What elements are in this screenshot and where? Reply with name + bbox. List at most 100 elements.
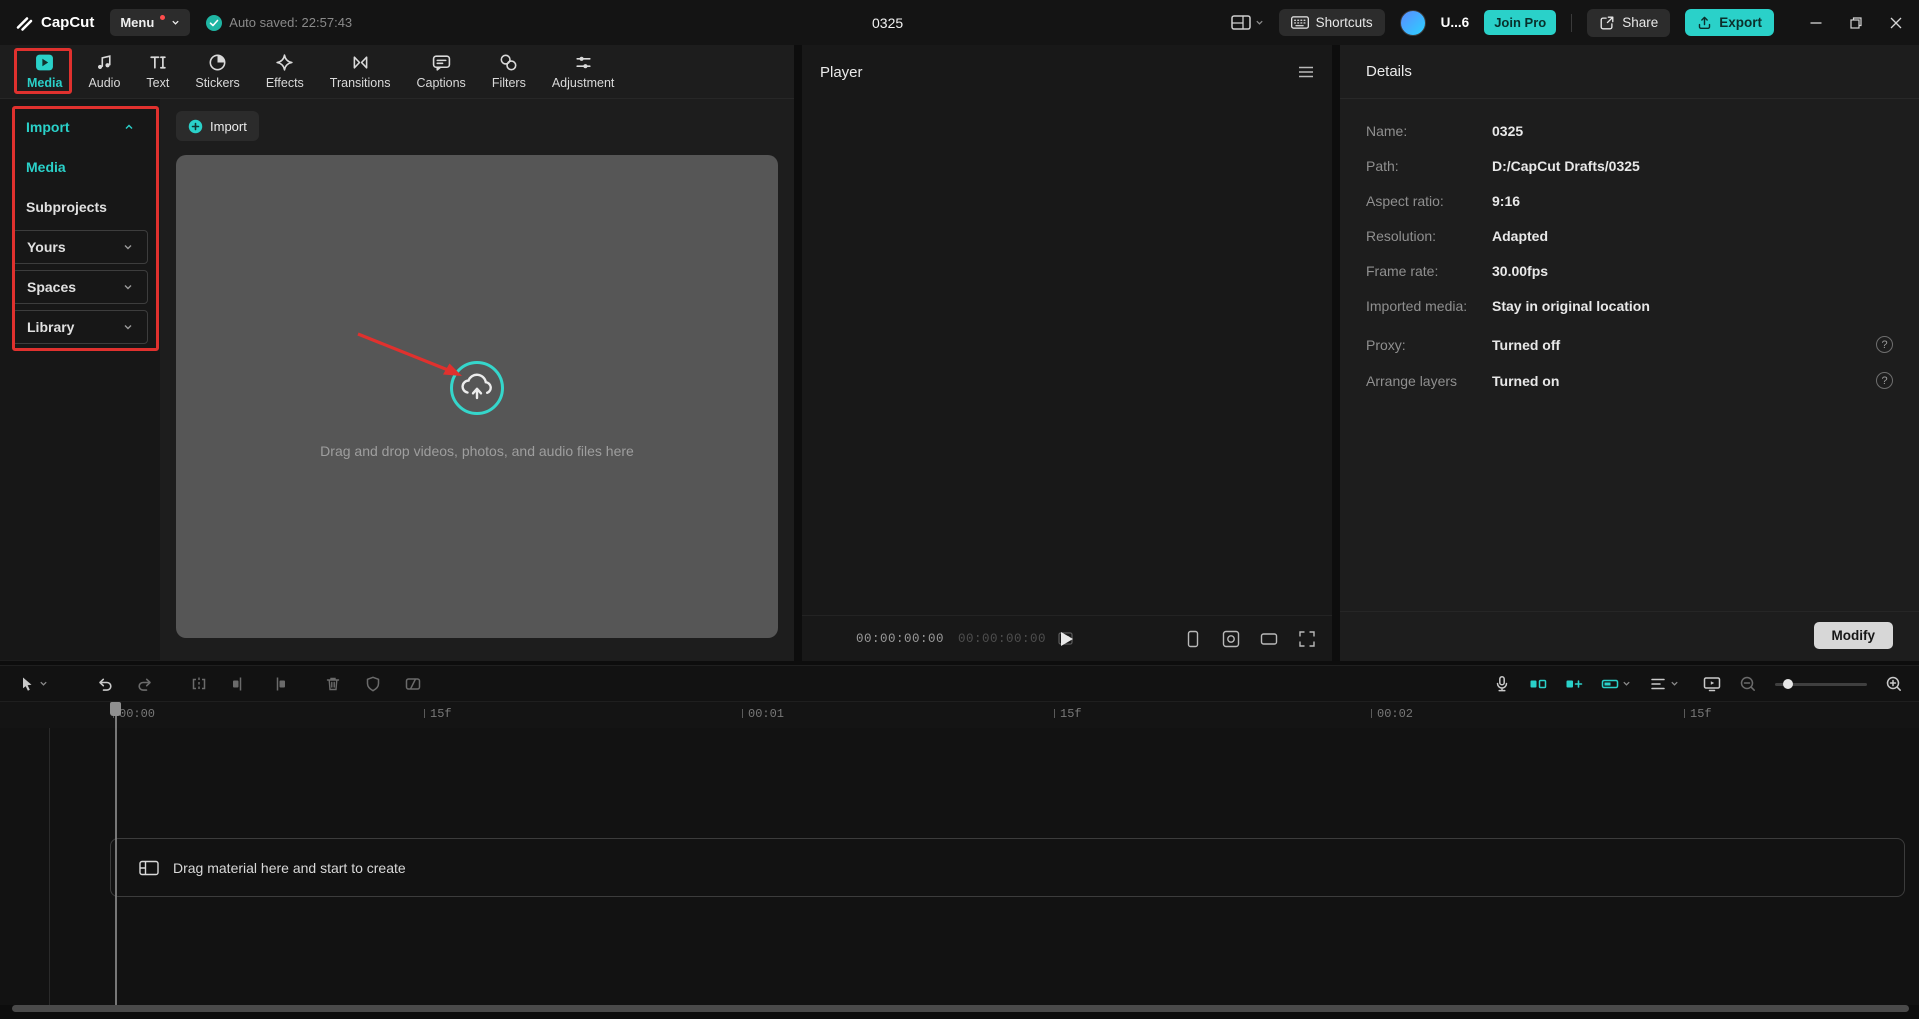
media-icon bbox=[35, 53, 54, 72]
keyboard-icon bbox=[1291, 16, 1309, 29]
film-strip-icon bbox=[139, 860, 159, 876]
player-menu-button[interactable] bbox=[1298, 66, 1314, 78]
import-button[interactable]: Import bbox=[176, 111, 259, 141]
sidebar-item-import[interactable]: Import bbox=[12, 110, 148, 144]
export-icon bbox=[1697, 15, 1712, 30]
sidebar-item-library[interactable]: Library bbox=[12, 310, 148, 344]
detail-row-resolution: Resolution: Adapted bbox=[1366, 228, 1893, 244]
microphone-icon bbox=[1493, 675, 1511, 693]
fullscreen-button[interactable] bbox=[1298, 630, 1316, 648]
zoom-in-icon bbox=[1885, 675, 1903, 693]
split-icon bbox=[190, 675, 208, 693]
tab-filters[interactable]: Filters bbox=[479, 53, 539, 90]
shield-tool-button[interactable] bbox=[364, 675, 382, 693]
tab-adjustment[interactable]: Adjustment bbox=[539, 53, 628, 90]
share-button[interactable]: Share bbox=[1587, 9, 1670, 37]
capcut-logo-icon bbox=[14, 13, 34, 33]
tab-media[interactable]: Media bbox=[14, 53, 75, 90]
chevron-down-icon bbox=[1622, 679, 1631, 688]
trash-icon bbox=[324, 675, 342, 693]
export-button[interactable]: Export bbox=[1685, 9, 1774, 36]
detail-row-imported-media: Imported media: Stay in original locatio… bbox=[1366, 298, 1893, 314]
close-button[interactable] bbox=[1879, 8, 1913, 38]
shield-icon bbox=[364, 675, 382, 693]
dropzone-hint: Drag and drop videos, photos, and audio … bbox=[320, 443, 634, 459]
tab-stickers[interactable]: Stickers bbox=[182, 53, 252, 90]
layout-switch-button[interactable] bbox=[1231, 15, 1264, 31]
sidebar-item-media[interactable]: Media bbox=[12, 150, 148, 184]
capcut-logo: CapCut bbox=[14, 13, 94, 33]
tab-captions[interactable]: Captions bbox=[403, 53, 478, 90]
preview-frame-icon bbox=[1601, 675, 1619, 693]
zoom-out-button[interactable] bbox=[1739, 675, 1757, 693]
help-icon[interactable]: ? bbox=[1876, 372, 1893, 389]
maximize-button[interactable] bbox=[1839, 8, 1873, 38]
link-clips-icon bbox=[1565, 675, 1583, 693]
player-viewport[interactable] bbox=[802, 99, 1332, 615]
help-icon[interactable]: ? bbox=[1876, 336, 1893, 353]
record-voiceover-button[interactable] bbox=[1493, 675, 1511, 693]
layout-icon bbox=[1231, 15, 1251, 31]
delete-left-button[interactable] bbox=[230, 675, 248, 693]
ruler-tick bbox=[1371, 709, 1372, 718]
chevron-down-icon bbox=[1670, 679, 1679, 688]
ruler-label: 15f bbox=[1690, 707, 1712, 721]
tab-transitions[interactable]: Transitions bbox=[317, 53, 404, 90]
aspect-ratio-button[interactable] bbox=[1184, 630, 1202, 648]
delete-button[interactable] bbox=[324, 675, 342, 693]
horizontal-scrollbar[interactable] bbox=[12, 1005, 1909, 1012]
tab-text[interactable]: Text bbox=[133, 53, 182, 90]
track-options-button[interactable] bbox=[1649, 675, 1679, 693]
avatar[interactable] bbox=[1400, 10, 1426, 36]
timeline-tracks: Drag material here and start to create bbox=[0, 728, 1919, 1005]
timeline-zoom-slider[interactable] bbox=[1775, 677, 1867, 691]
preview-frame-toggle-button[interactable] bbox=[1601, 675, 1631, 693]
player-panel: Player 00:00:00:00 00:00:00:00 bbox=[802, 45, 1332, 661]
select-tool-button[interactable] bbox=[18, 675, 48, 693]
playhead-handle[interactable] bbox=[110, 702, 121, 716]
tab-audio[interactable]: Audio bbox=[75, 53, 133, 90]
magnet-toggle-button[interactable] bbox=[1529, 675, 1547, 693]
timeline-dropzone[interactable]: Drag material here and start to create bbox=[110, 838, 1905, 897]
modify-button[interactable]: Modify bbox=[1814, 622, 1894, 649]
media-panel: Media Audio Text Stickers Effects bbox=[0, 45, 794, 661]
mirror-icon bbox=[404, 675, 422, 693]
shortcuts-button[interactable]: Shortcuts bbox=[1279, 9, 1385, 36]
link-toggle-button[interactable] bbox=[1565, 675, 1583, 693]
chevron-up-icon bbox=[124, 122, 134, 132]
sticker-icon bbox=[208, 53, 227, 72]
preview-quality-button[interactable] bbox=[1703, 675, 1721, 693]
join-pro-button[interactable]: Join Pro bbox=[1484, 10, 1556, 35]
redo-button[interactable] bbox=[136, 675, 154, 693]
delete-right-button[interactable] bbox=[270, 675, 288, 693]
play-button[interactable] bbox=[1060, 631, 1074, 647]
tab-effects[interactable]: Effects bbox=[253, 53, 317, 90]
sidebar-item-subprojects[interactable]: Subprojects bbox=[12, 190, 148, 224]
project-title[interactable]: 0325 bbox=[872, 15, 903, 31]
timeline-ruler[interactable]: 00:00 15f 00:01 15f 00:02 15f bbox=[0, 702, 1919, 728]
details-panel: Details Name: 0325 Path: D:/CapCut Draft… bbox=[1340, 45, 1919, 661]
undo-button[interactable] bbox=[96, 675, 114, 693]
import-area: Import Drag and drop videos, photos, and… bbox=[160, 99, 794, 660]
zoom-in-button[interactable] bbox=[1885, 675, 1903, 693]
display-icon bbox=[1703, 675, 1721, 693]
share-icon bbox=[1599, 15, 1615, 31]
menu-button[interactable]: Menu bbox=[110, 9, 190, 36]
canvas-size-button[interactable] bbox=[1260, 630, 1278, 648]
menu-notification-dot bbox=[160, 15, 165, 20]
fit-zoom-button[interactable] bbox=[1222, 630, 1240, 648]
zoom-slider-thumb[interactable] bbox=[1783, 679, 1793, 689]
chevron-down-icon bbox=[123, 322, 133, 332]
audio-icon bbox=[95, 53, 114, 72]
filters-icon bbox=[499, 53, 518, 72]
details-title: Details bbox=[1366, 63, 1412, 80]
minimize-button[interactable] bbox=[1799, 8, 1833, 38]
autosave-status: Auto saved: 22:57:43 bbox=[206, 15, 352, 31]
split-button[interactable] bbox=[190, 675, 208, 693]
mirror-tool-button[interactable] bbox=[404, 675, 422, 693]
sidebar-item-spaces[interactable]: Spaces bbox=[12, 270, 148, 304]
sidebar-item-yours[interactable]: Yours bbox=[12, 230, 148, 264]
cloud-upload-icon bbox=[448, 359, 506, 417]
media-dropzone[interactable]: Drag and drop videos, photos, and audio … bbox=[176, 155, 778, 638]
transitions-icon bbox=[351, 53, 370, 72]
